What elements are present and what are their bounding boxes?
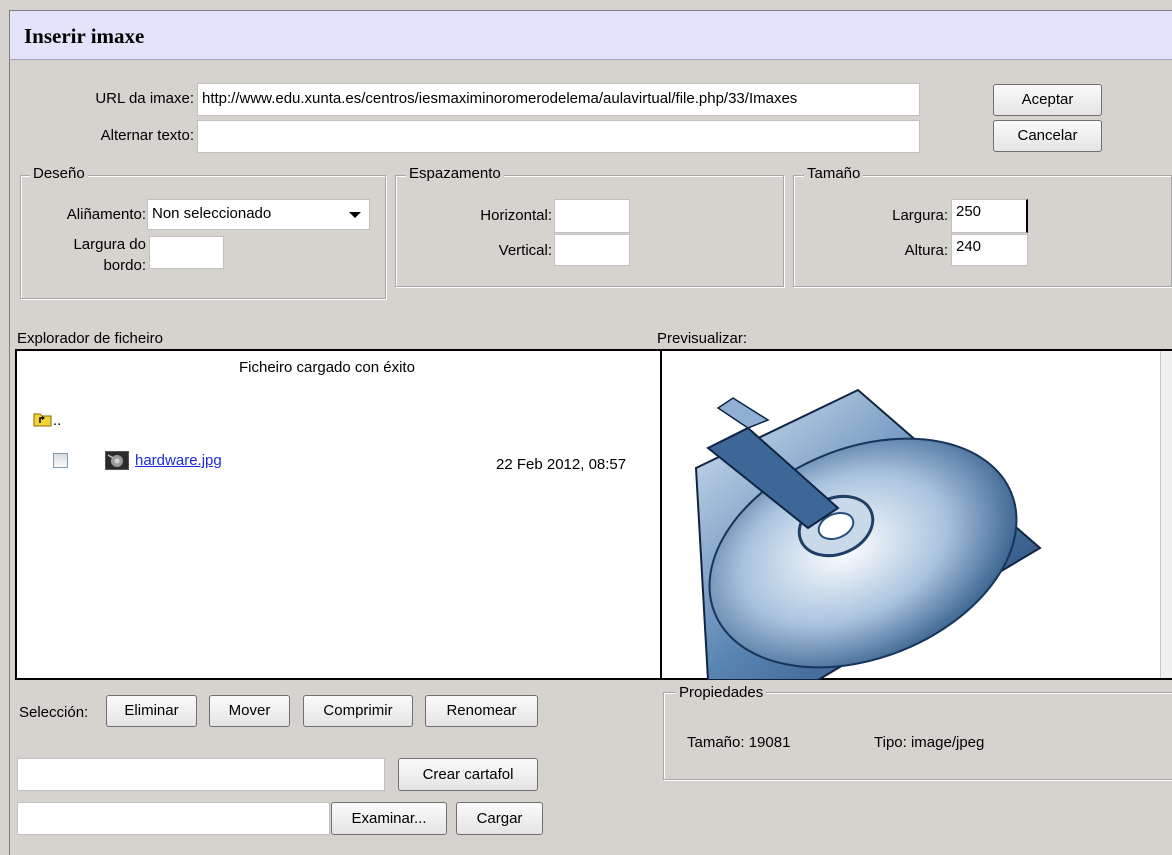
properties-type: Tipo: image/jpeg [874,734,984,751]
file-browser-label: Explorador de ficheiro [17,330,163,347]
spacing-legend: Espazamento [406,165,504,182]
properties-legend: Propiedades [676,684,767,701]
alignment-select[interactable]: Non seleccionado [147,199,370,230]
dialog-titlebar [10,11,1172,60]
compress-button[interactable]: Comprimir [303,695,413,727]
alignment-label: Aliñamento: [66,206,146,223]
file-browser-panel [15,349,662,680]
file-checkbox[interactable] [53,453,68,468]
new-folder-input[interactable] [17,758,385,791]
move-button[interactable]: Mover [209,695,290,727]
url-input[interactable]: http://www.edu.xunta.es/centros/iesmaxim… [197,83,920,116]
preview-label: Previsualizar: [657,330,748,347]
rename-button[interactable]: Renomear [425,695,538,727]
properties-size-value: 19081 [748,734,791,751]
properties-type-label: Tipo: [874,734,907,751]
border-width-input[interactable] [149,236,224,269]
selection-label: Selección: [19,704,89,721]
horizontal-label: Horizontal: [480,207,552,224]
url-label: URL da imaxe: [95,90,194,107]
browse-button[interactable]: Examinar... [331,802,447,835]
preview-image-hard-drive [688,388,1048,680]
create-folder-button[interactable]: Crear cartafol [398,758,538,791]
properties-type-value: image/jpeg [910,734,985,751]
width-input[interactable]: 250 [951,199,1028,233]
design-legend: Deseño [30,165,88,182]
vertical-label: Vertical: [498,242,552,259]
parent-folder-link[interactable]: .. [53,412,61,429]
file-link-hardware[interactable]: hardware.jpg [135,452,222,469]
border-width-label: Largura do bordo: [73,236,146,274]
horizontal-input[interactable] [554,199,630,233]
alt-label: Alternar texto: [100,127,194,144]
height-input[interactable]: 240 [951,234,1028,266]
cancel-button[interactable]: Cancelar [993,120,1102,152]
delete-button[interactable]: Eliminar [106,695,197,727]
folder-up-icon[interactable] [33,411,53,427]
chevron-down-icon[interactable] [349,212,361,218]
properties-size-label: Tamaño: [687,734,745,751]
size-legend: Tamaño [804,165,864,182]
preview-scrollbar[interactable] [1160,351,1172,678]
upload-file-input[interactable] [17,802,330,835]
vertical-input[interactable] [554,234,630,266]
upload-button[interactable]: Cargar [456,802,543,835]
alignment-value: Non seleccionado [152,205,272,222]
properties-size: Tamaño: 19081 [687,734,790,751]
file-date: 22 Feb 2012, 08:57 [496,456,627,473]
browser-status-message: Ficheiro cargado con éxito [239,359,415,376]
image-file-icon [105,451,129,470]
accept-button[interactable]: Aceptar [993,84,1102,116]
width-label: Largura: [892,207,948,224]
dialog-title: Inserir imaxe [24,24,145,48]
height-label: Altura: [904,242,948,259]
alt-input[interactable] [197,120,920,153]
